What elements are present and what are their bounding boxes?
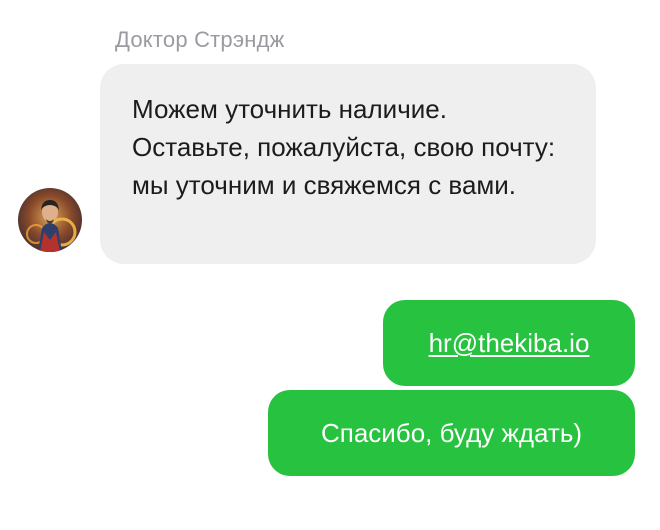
outgoing-message-bubble-thanks: Спасибо, буду ждать) (268, 390, 635, 476)
avatar[interactable] (18, 188, 82, 252)
outgoing-message-bubble-email: hr@thekiba.io (383, 300, 635, 386)
sender-name: Доктор Стрэндж (115, 27, 285, 52)
outgoing-message-text: Спасибо, буду ждать) (320, 417, 583, 448)
incoming-message-bubble: Можем уточнить наличие. Оставьте, пожалу… (100, 64, 596, 264)
email-link[interactable]: hr@thekiba.io (429, 328, 590, 359)
character-portrait-icon (18, 188, 82, 252)
incoming-message-text: Можем уточнить наличие. Оставьте, пожалу… (132, 94, 556, 200)
